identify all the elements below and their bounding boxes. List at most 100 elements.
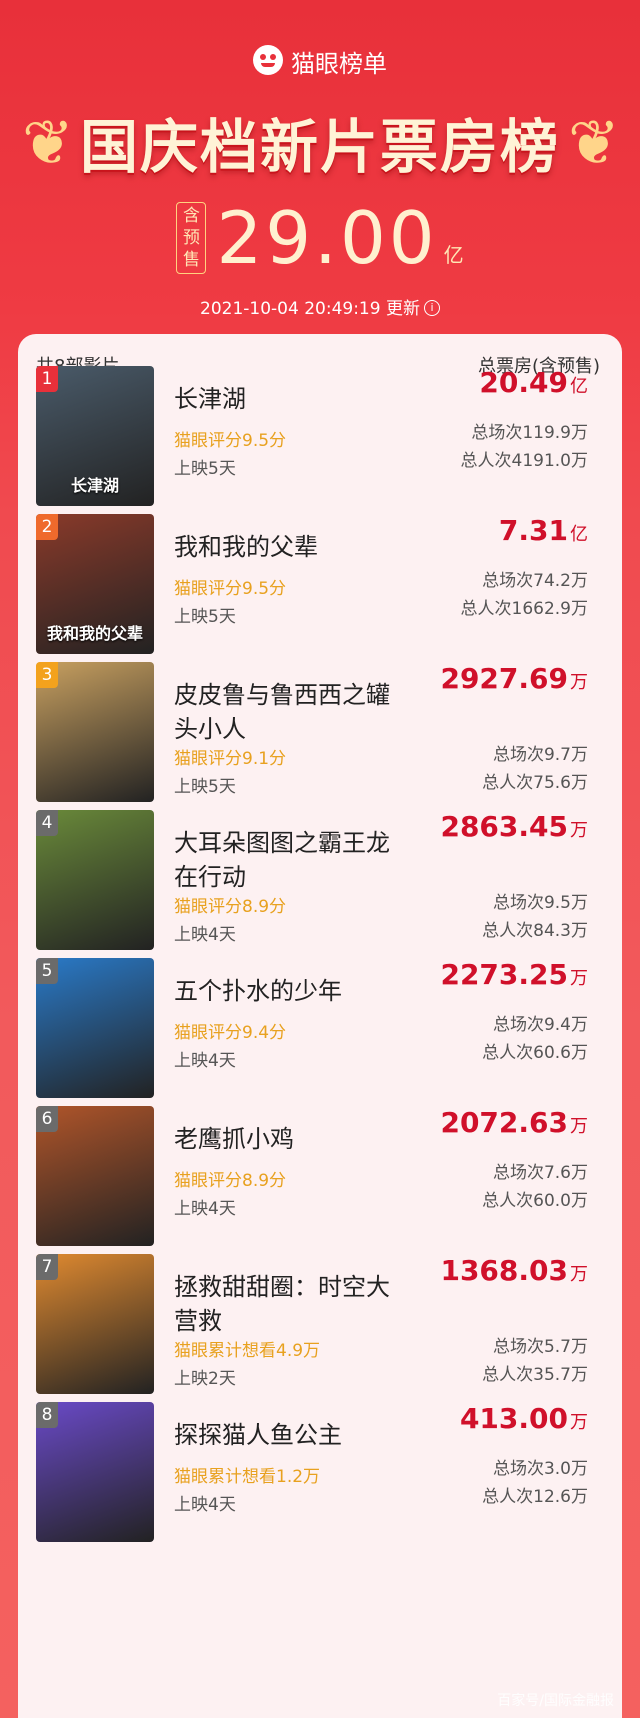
- rank-badge: 5: [36, 958, 58, 984]
- film-box-office: 2927.69 万: [440, 662, 588, 695]
- film-poster[interactable]: 6: [36, 1106, 154, 1246]
- film-box-office: 2273.25 万: [440, 958, 588, 991]
- film-shows: 总场次5.7万: [492, 1337, 588, 1357]
- film-shows: 总场次9.7万: [492, 745, 588, 765]
- box-office-unit: 万: [570, 820, 588, 841]
- box-office-number: 2927.69: [440, 662, 568, 695]
- presale-tag: 含预售: [176, 202, 207, 274]
- film-shows: 总场次74.2万: [482, 571, 588, 591]
- film-row[interactable]: 3 皮皮鲁与鲁西西之罐头小人猫眼评分9.1分 上映5天 2927.69 万总场次9.7万…: [36, 662, 606, 802]
- info-icon[interactable]: i: [423, 300, 440, 316]
- film-shows: 总场次7.6万: [492, 1163, 588, 1183]
- brand-label: 猫眼榜单: [291, 50, 387, 78]
- film-days: 上映5天: [174, 607, 236, 627]
- poster-title: 长津湖: [70, 476, 119, 495]
- film-rating: 猫眼评分9.1分: [174, 749, 287, 769]
- film-people: 总人次75.6万: [482, 773, 588, 793]
- film-shows: 总场次119.9万: [471, 423, 588, 443]
- film-days: 上映4天: [174, 1495, 236, 1515]
- box-office-number: 2863.45: [440, 810, 568, 843]
- film-people: 总人次84.3万: [482, 921, 588, 941]
- film-days: 上映5天: [174, 459, 236, 479]
- film-box-office: 7.31 亿: [499, 514, 588, 547]
- box-office-unit: 万: [570, 1116, 588, 1137]
- film-poster[interactable]: 8: [36, 1402, 154, 1542]
- film-rating: 猫眼评分8.9分: [174, 897, 287, 917]
- film-rating: 猫眼累计想看4.9万: [174, 1341, 321, 1361]
- rank-badge: 4: [36, 810, 58, 836]
- film-row[interactable]: 8 探探猫人鱼公主 猫眼累计想看1.2万 上映4天 413.00 万总场次3.0万 总人次1…: [36, 1402, 606, 1542]
- film-list-card: 共8部影片 总票房(含预售) 1长津湖长津湖猫眼评分9.5分上映5天20.49亿…: [18, 334, 622, 1718]
- update-time[interactable]: 2021-10-04 20:49:19 更新 i: [0, 294, 640, 319]
- header: 猫眼榜单 ❦ ❦ 国庆档新片票房榜 含预售 29.00 亿 2021-10-04 2…: [0, 0, 640, 345]
- film-rating: 猫眼累计想看1.2万: [174, 1467, 321, 1487]
- film-days: 上映4天: [174, 1199, 236, 1219]
- update-time-label: 2021-10-04 20:49:19 更新: [200, 299, 420, 319]
- film-shows: 总场次9.4万: [492, 1015, 588, 1035]
- film-poster[interactable]: 2 我和我的父辈: [36, 514, 154, 654]
- film-days: 上映5天: [174, 777, 236, 797]
- box-office-unit: 万: [570, 1264, 588, 1285]
- film-poster[interactable]: 3: [36, 662, 154, 802]
- film-people: 总人次1662.9万: [460, 599, 588, 619]
- film-name[interactable]: 拯救甜甜圈：时空大营救: [174, 1270, 404, 1338]
- film-days: 上映4天: [174, 925, 236, 945]
- box-office-unit: 万: [570, 672, 588, 693]
- film-row[interactable]: 6 老鹰抓小鸡 猫眼评分8.9分 上映4天 2072.63 万总场次7.6万 总人次60.0…: [36, 1106, 606, 1246]
- film-name[interactable]: 探探猫人鱼公主: [174, 1418, 404, 1452]
- total-number: 29.00: [216, 196, 438, 280]
- box-office-number: 2072.63: [440, 1106, 568, 1139]
- total-unit: 亿: [443, 243, 464, 267]
- film-row[interactable]: 1 长津湖 长津湖 猫眼评分9.5分 上映5天 20.49 亿总场次119.9万 总人次419…: [36, 366, 606, 506]
- film-poster[interactable]: 7: [36, 1254, 154, 1394]
- rank-badge: 7: [36, 1254, 58, 1280]
- film-days: 上映4天: [174, 1051, 236, 1071]
- film-poster[interactable]: 4: [36, 810, 154, 950]
- film-people: 总人次4191.0万: [460, 451, 588, 471]
- rank-badge: 1: [36, 366, 58, 392]
- film-people: 总人次35.7万: [482, 1365, 588, 1385]
- film-name[interactable]: 大耳朵图图之霸王龙在行动: [174, 826, 404, 894]
- page-title: 国庆档新片票房榜: [79, 113, 560, 181]
- poster-title: 我和我的父辈: [46, 624, 143, 643]
- film-poster[interactable]: 1 长津湖: [36, 366, 154, 506]
- rank-badge: 6: [36, 1106, 58, 1132]
- rank-badge: 8: [36, 1402, 58, 1428]
- film-days: 上映2天: [174, 1369, 236, 1389]
- total-box-office: 含预售 29.00 亿: [0, 196, 640, 280]
- film-name[interactable]: 五个扑水的少年: [174, 974, 404, 1008]
- box-office-unit: 亿: [570, 524, 588, 545]
- rank-badge: 3: [36, 662, 58, 688]
- film-box-office: 2863.45 万: [440, 810, 588, 843]
- box-office-unit: 万: [570, 1412, 588, 1433]
- watermark: 百家号/国际金融报: [497, 1693, 614, 1709]
- box-office-number: 2273.25: [440, 958, 568, 991]
- film-row[interactable]: 2 我和我的父辈 我和我的父辈 猫眼评分9.5分 上映5天 7.31 亿总场次74.2万 总人…: [36, 514, 606, 654]
- title-row: 国庆档新片票房榜: [0, 100, 640, 184]
- film-rating: 猫眼评分9.5分: [174, 579, 287, 599]
- box-office-number: 7.31: [498, 514, 568, 547]
- film-row[interactable]: 5 五个扑水的少年 猫眼评分9.4分 上映4天 2273.25 万总场次9.4万 总人次60…: [36, 958, 606, 1098]
- box-office-number: 413.00: [459, 1402, 568, 1435]
- film-name[interactable]: 我和我的父辈: [174, 530, 404, 564]
- film-people: 总人次60.0万: [482, 1191, 588, 1211]
- film-row[interactable]: 7 拯救甜甜圈：时空大营救猫眼累计想看4.9万 上映2天 1368.03 万总场次5.7…: [36, 1254, 606, 1394]
- rank-badge: 2: [36, 514, 58, 540]
- film-box-office: 20.49 亿: [479, 366, 588, 399]
- film-box-office: 2072.63 万: [440, 1106, 588, 1139]
- brand: 猫眼榜单: [0, 44, 640, 79]
- film-shows: 总场次3.0万: [492, 1459, 588, 1479]
- film-people: 总人次60.6万: [482, 1043, 588, 1063]
- film-row[interactable]: 4 大耳朵图图之霸王龙在行动猫眼评分8.9分 上映4天 2863.45 万总场次9.5万…: [36, 810, 606, 950]
- box-office-unit: 万: [570, 968, 588, 989]
- film-box-office: 413.00 万: [460, 1402, 588, 1435]
- box-office-unit: 亿: [570, 376, 588, 397]
- film-name[interactable]: 皮皮鲁与鲁西西之罐头小人: [174, 678, 404, 746]
- film-name[interactable]: 长津湖: [174, 382, 404, 416]
- film-name[interactable]: 老鹰抓小鸡: [174, 1122, 404, 1156]
- film-poster[interactable]: 5: [36, 958, 154, 1098]
- cat-logo-icon: [253, 44, 283, 75]
- film-rating: 猫眼评分9.5分: [174, 431, 287, 451]
- film-box-office: 1368.03 万: [440, 1254, 588, 1287]
- film-shows: 总场次9.5万: [492, 893, 588, 913]
